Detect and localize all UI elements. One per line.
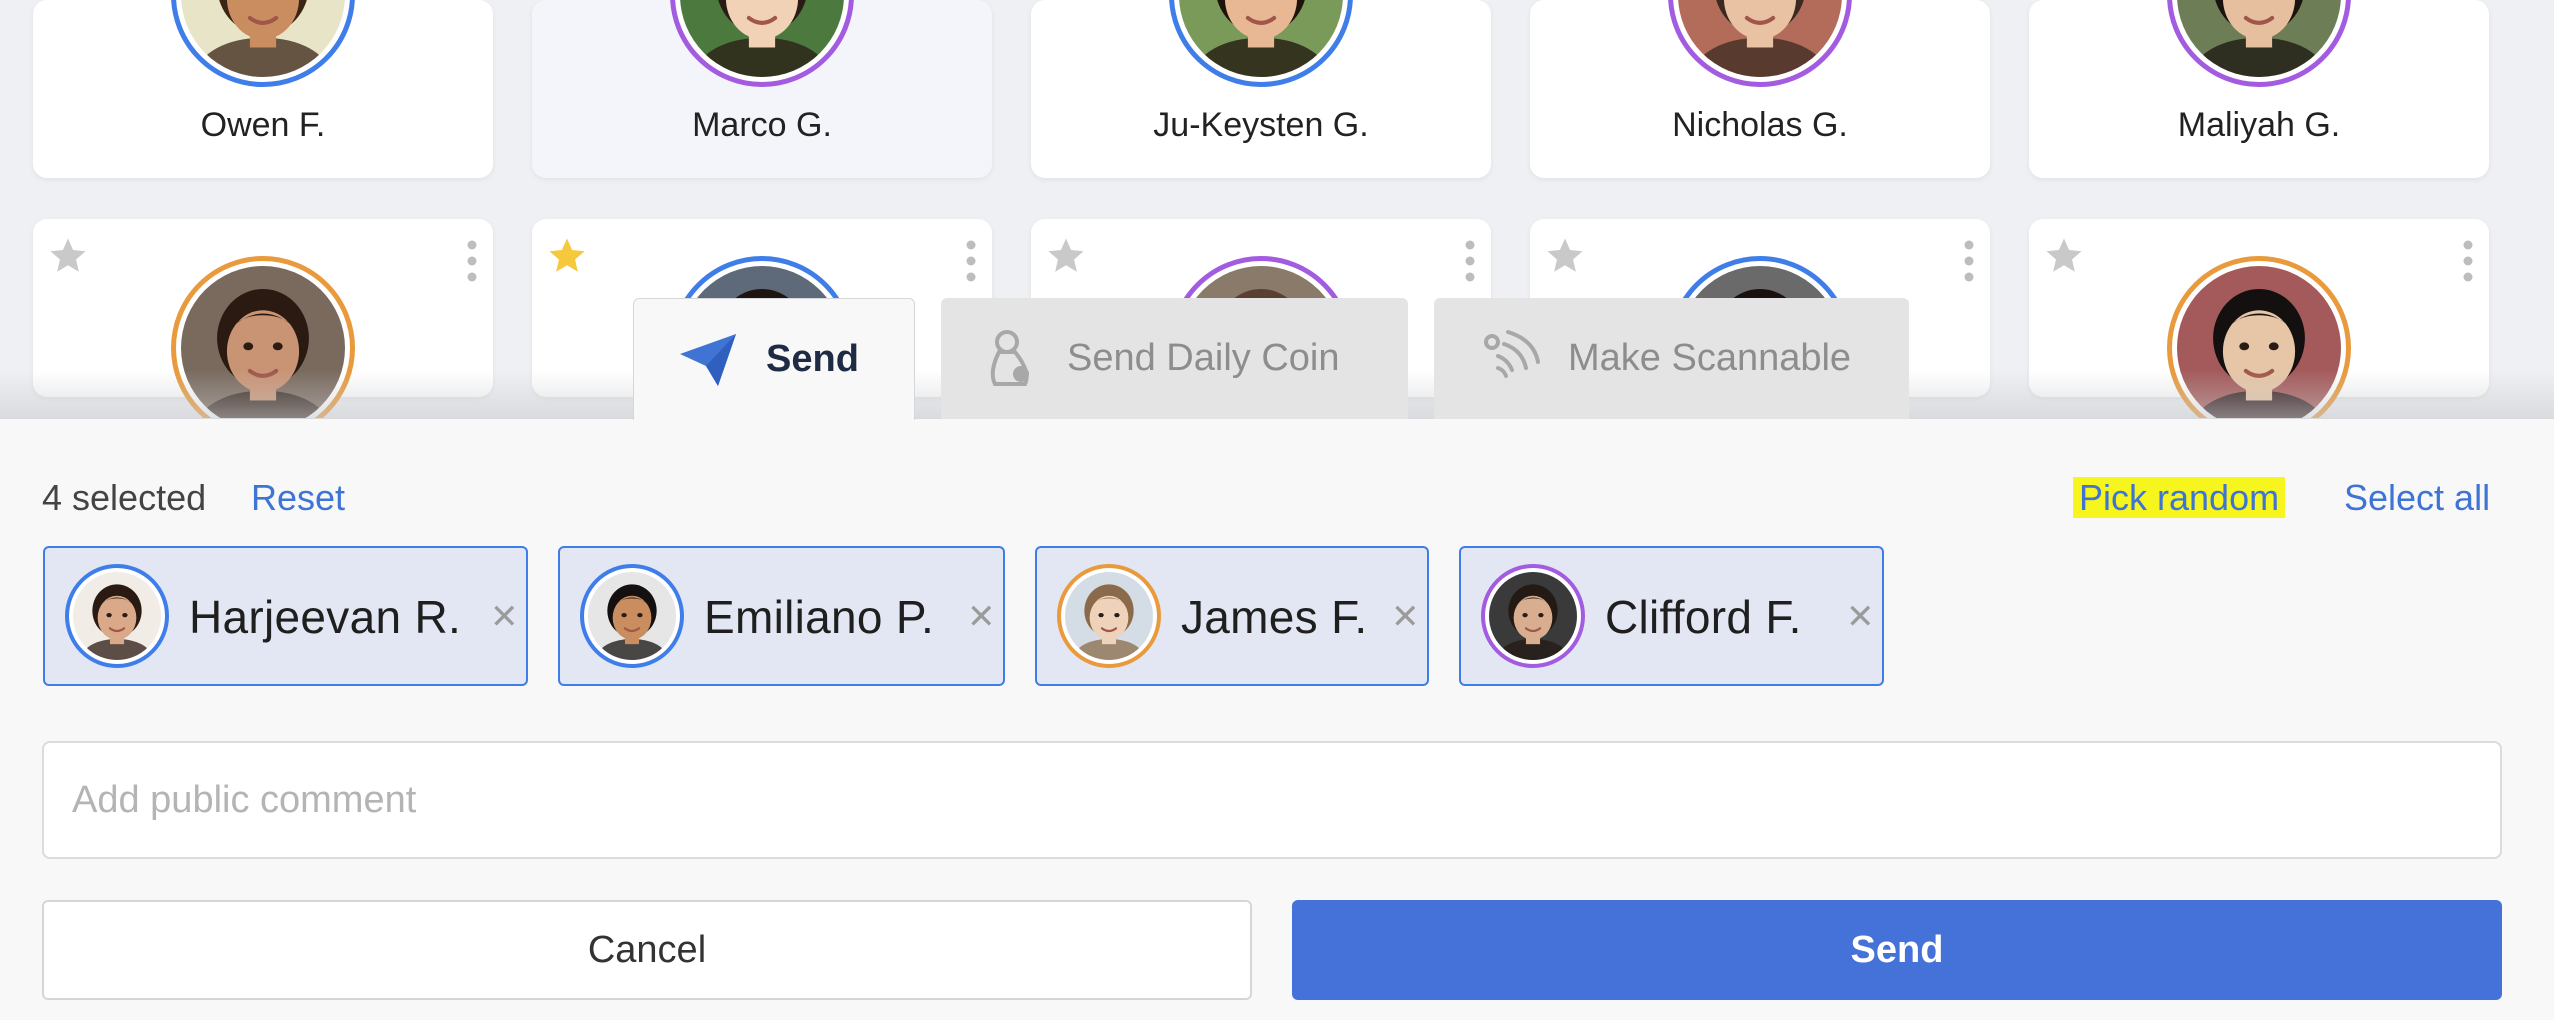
star-icon[interactable]: [546, 235, 588, 277]
student-name: Maliyah G.: [2177, 106, 2341, 144]
tab-send-daily-coin[interactable]: Send Daily Coin: [941, 298, 1408, 419]
reset-link[interactable]: Reset: [251, 477, 345, 519]
coin-bag-icon: [985, 328, 1035, 390]
student-card[interactable]: Nicholas G.: [1530, 0, 1990, 178]
select-all-link[interactable]: Select all: [2344, 477, 2490, 519]
student-name: Marco G.: [692, 106, 832, 144]
chip-avatar: [1481, 564, 1585, 668]
student-avatar: [1169, 0, 1353, 87]
student-avatar: [670, 0, 854, 87]
student-name: Nicholas G.: [1672, 106, 1848, 144]
remove-chip-icon[interactable]: ✕: [967, 600, 996, 634]
chip-name: James F.: [1181, 591, 1368, 643]
tab-send-label: Send: [766, 338, 859, 380]
selected-student-chip: Emiliano P. ✕: [558, 546, 1005, 686]
student-avatar: [2167, 0, 2351, 87]
app-viewport: Owen F. Marco G. Ju-Keysten G. Nicholas G. M…: [0, 0, 2554, 1020]
more-options-icon[interactable]: [1461, 239, 1479, 283]
star-icon[interactable]: [47, 235, 89, 277]
remove-chip-icon[interactable]: ✕: [1846, 600, 1875, 634]
chip-name: Harjeevan R.: [189, 591, 462, 643]
student-card[interactable]: Owen F.: [33, 0, 493, 178]
chip-name: Clifford F.: [1605, 591, 1802, 643]
tab-send-daily-coin-label: Send Daily Coin: [1067, 337, 1340, 379]
student-avatar: [1668, 0, 1852, 87]
tab-make-scannable-label: Make Scannable: [1568, 337, 1852, 379]
chip-avatar: [1057, 564, 1161, 668]
selected-student-chip: Harjeevan R. ✕: [43, 546, 528, 686]
paper-plane-icon: [678, 332, 738, 388]
student-name: Ju-Keysten G.: [1153, 106, 1369, 144]
remove-chip-icon[interactable]: ✕: [1391, 600, 1420, 634]
star-icon[interactable]: [1045, 235, 1087, 277]
remove-chip-icon[interactable]: ✕: [490, 600, 519, 634]
selected-count: 4 selected: [42, 477, 207, 518]
cancel-button[interactable]: Cancel: [42, 900, 1252, 1000]
more-options-icon[interactable]: [1960, 239, 1978, 283]
star-icon[interactable]: [1544, 235, 1586, 277]
student-name: Owen F.: [200, 106, 326, 144]
chip-avatar: [65, 564, 169, 668]
more-options-icon[interactable]: [962, 239, 980, 283]
selected-student-chip: James F. ✕: [1035, 546, 1429, 686]
tab-send[interactable]: Send: [633, 298, 915, 420]
send-button[interactable]: Send: [1292, 900, 2502, 1000]
more-options-icon[interactable]: [2459, 239, 2477, 283]
student-card[interactable]: Ju-Keysten G.: [1031, 0, 1491, 178]
star-icon[interactable]: [2043, 235, 2085, 277]
scan-waves-icon: [1478, 328, 1540, 390]
selected-student-chip: Clifford F. ✕: [1459, 546, 1884, 686]
student-card[interactable]: Maliyah G.: [2029, 0, 2489, 178]
pick-random-link[interactable]: Pick random: [2073, 477, 2286, 519]
award-sheet: 4 selected Reset Pick random Select all …: [0, 418, 2554, 1020]
student-card[interactable]: Marco G.: [532, 0, 992, 178]
more-options-icon[interactable]: [463, 239, 481, 283]
chip-name: Emiliano P.: [704, 591, 935, 643]
tab-make-scannable[interactable]: Make Scannable: [1434, 298, 1909, 419]
public-comment-input[interactable]: [42, 741, 2502, 859]
student-avatar: [171, 0, 355, 87]
chip-avatar: [580, 564, 684, 668]
pick-random-label: Pick random: [2073, 477, 2286, 518]
